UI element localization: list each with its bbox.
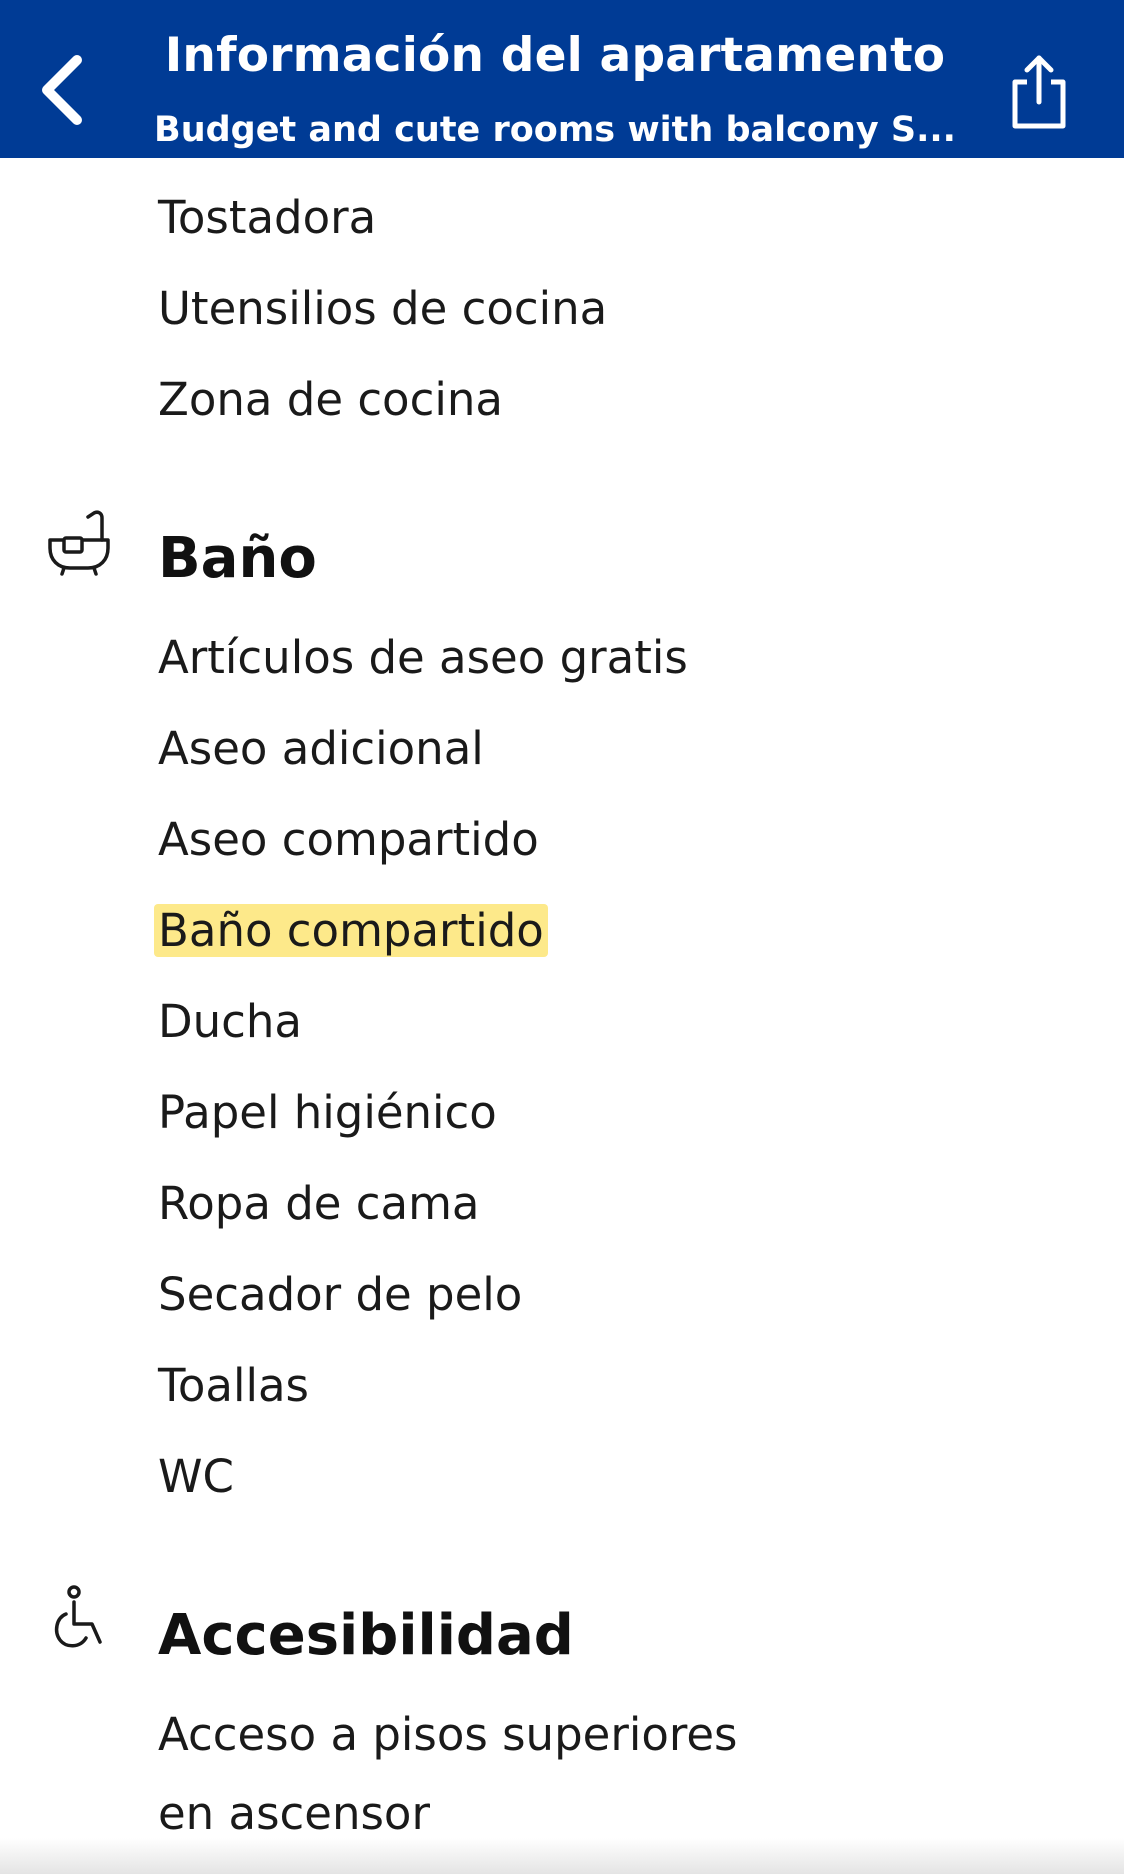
page-title: Información del apartamento bbox=[164, 28, 946, 83]
top-app-bar: Información del apartamento Budget and c… bbox=[0, 0, 1124, 158]
section-heading-accesibilidad: Accesibilidad bbox=[158, 1603, 574, 1668]
list-item-zona-cocina: Zona de cocina bbox=[158, 373, 503, 426]
share-icon bbox=[1012, 55, 1066, 129]
share-button[interactable] bbox=[994, 42, 1084, 142]
list-item-acceso-pisos-cont: en ascensor bbox=[158, 1787, 430, 1840]
page-subtitle: Budget and cute rooms with balcony S... bbox=[154, 110, 956, 150]
highlighted-text: Baño compartido bbox=[154, 904, 548, 957]
list-item-aseo-compartido: Aseo compartido bbox=[158, 813, 539, 866]
list-item-toallas: Toallas bbox=[158, 1359, 309, 1412]
wheelchair-icon bbox=[54, 1585, 102, 1648]
list-item-tostadora: Tostadora bbox=[158, 191, 377, 244]
list-item-ropa-cama: Ropa de cama bbox=[158, 1177, 480, 1230]
list-item-acceso-pisos: Acceso a pisos superiores bbox=[158, 1708, 738, 1761]
back-button[interactable] bbox=[18, 40, 108, 140]
list-item-aseo-adicional: Aseo adicional bbox=[158, 722, 484, 775]
list-item-ducha: Ducha bbox=[158, 995, 303, 1048]
list-item-papel-higienico: Papel higiénico bbox=[158, 1086, 497, 1139]
list-item-bano-compartido: Baño compartido bbox=[154, 903, 548, 959]
list-item-articulos-aseo: Artículos de aseo gratis bbox=[158, 631, 688, 684]
list-item-secador-pelo: Secador de pelo bbox=[158, 1268, 523, 1321]
chevron-left-icon bbox=[42, 55, 82, 125]
list-item-wc: WC bbox=[158, 1450, 234, 1503]
section-heading-bano: Baño bbox=[158, 526, 317, 591]
bottom-edge-fade bbox=[0, 1838, 1124, 1874]
list-item-utensilios: Utensilios de cocina bbox=[158, 282, 608, 335]
bathtub-icon bbox=[48, 510, 110, 576]
